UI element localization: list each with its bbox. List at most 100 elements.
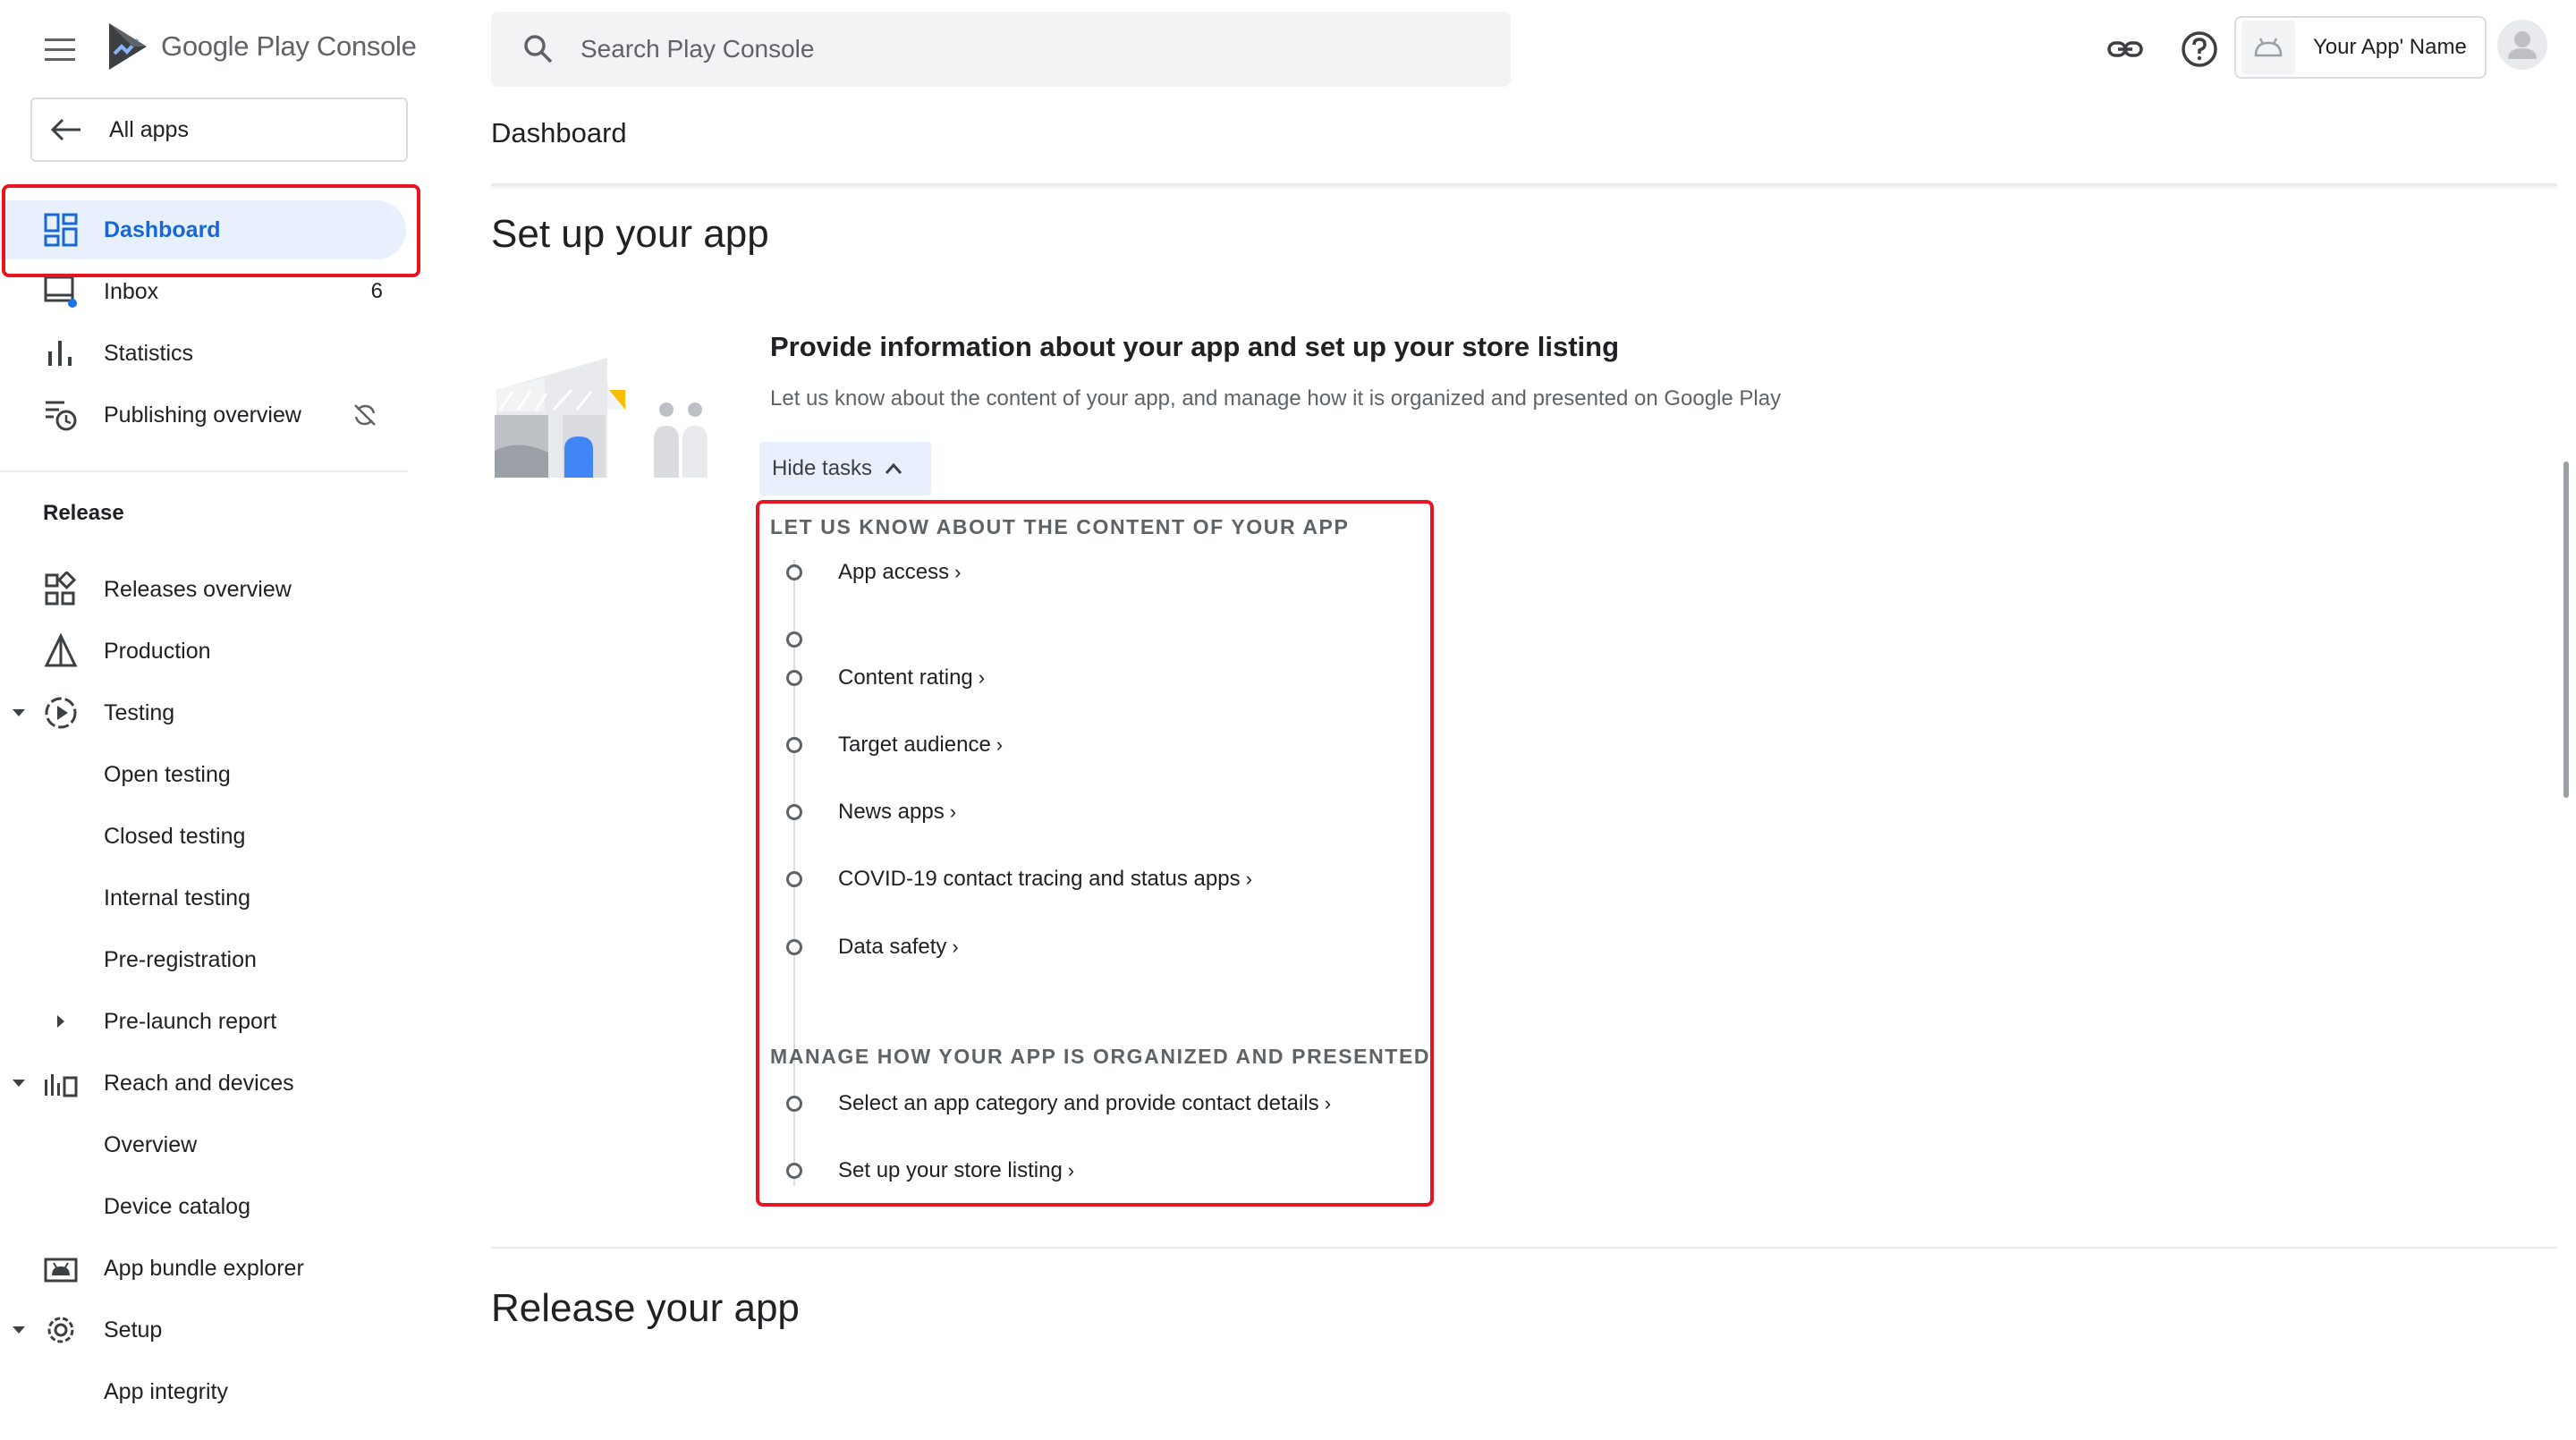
play-console-logo[interactable]: Google Play Console [106,21,417,72]
task-label: Set up your store listing [838,1158,1063,1182]
task-label: Data safety [838,935,947,959]
help-icon [2182,31,2217,67]
task-status-dot [786,670,802,686]
sidebar-item-closed-testing[interactable]: Closed testing [0,807,406,866]
sidebar-item-inbox[interactable]: Inbox 6 [0,262,406,321]
chevron-right-icon: › [952,936,959,958]
task-target-audience[interactable]: Target audience › [838,733,1003,758]
task-status-dot [786,871,802,887]
hamburger-icon [45,38,75,61]
sidebar-item-statistics[interactable]: Statistics [0,324,406,383]
task-label: Target audience [838,733,991,757]
sidebar-item-label: Overview [104,1131,198,1157]
task-label: Content rating [838,665,973,690]
sidebar-item-device-catalog[interactable]: Device catalog [0,1177,406,1236]
search-bar[interactable] [491,12,1511,87]
task-data-safety[interactable]: Data safety › [838,935,959,960]
task-group-title-presentation: MANAGE HOW YOUR APP IS ORGANIZED AND PRE… [770,1045,1431,1068]
android-icon [2254,38,2283,57]
sidebar-item-label: Closed testing [104,823,246,849]
sidebar-item-label: Publishing overview [104,402,301,428]
sidebar-item-label: App bundle explorer [104,1255,304,1281]
all-apps-label: All apps [109,116,189,142]
sidebar-item-label: Reach and devices [104,1070,294,1096]
section-divider [491,1247,2557,1249]
task-covid-apps[interactable]: COVID-19 contact tracing and status apps… [838,867,1252,892]
sidebar-item-label: Internal testing [104,885,250,911]
copy-link-button[interactable] [2106,30,2145,69]
brand-name: Google Play Console [161,30,417,62]
help-button[interactable] [2179,29,2220,70]
task-status-dot [786,1096,802,1112]
sidebar-item-label: App integrity [104,1378,228,1404]
chevron-right-icon: › [1067,1159,1075,1182]
task-group-title-content: LET US KNOW ABOUT THE CONTENT OF YOUR AP… [770,515,1350,538]
sidebar-item-pre-registration[interactable]: Pre-registration [0,930,406,989]
sidebar-item-pre-launch-report[interactable]: Pre-launch report [0,992,406,1051]
sidebar-item-overview[interactable]: Overview [0,1115,406,1174]
link-icon [2107,41,2143,57]
page-scrollbar[interactable] [2563,462,2569,798]
sidebar-item-label: Open testing [104,761,231,787]
app-bundle-icon [44,1258,78,1283]
task-status-dot [786,631,802,648]
sidebar-item-testing[interactable]: Testing [0,683,406,742]
releases-overview-icon [45,572,77,606]
sidebar-item-publishing-overview[interactable]: Publishing overview [0,385,406,445]
sidebar-item-open-testing[interactable]: Open testing [0,745,406,804]
setup-section-heading: Set up your app [491,212,769,256]
caret-down-icon [13,1326,25,1334]
testing-icon [45,697,77,729]
sidebar-item-dashboard[interactable]: Dashboard [0,200,406,259]
sidebar-item-label: Statistics [104,340,194,366]
gear-icon [47,1317,74,1343]
search-input[interactable] [580,35,1385,64]
task-status-dot [786,564,802,580]
sidebar-item-label: Pre-launch report [104,1008,277,1034]
sidebar-item-app-bundle-explorer[interactable]: App bundle explorer [0,1239,406,1298]
task-label: COVID-19 contact tracing and status apps [838,867,1241,891]
task-label: News apps [838,800,945,824]
task-content-rating[interactable]: Content rating › [838,665,985,690]
setup-card-description: Let us know about the content of your ap… [770,386,1782,411]
sidebar-item-label: Dashboard [104,216,221,242]
task-status-dot [786,939,802,955]
page-title: Dashboard [491,117,627,148]
sidebar-item-label: Production [104,638,211,664]
task-app-access[interactable]: App access › [838,560,961,585]
task-status-dot [786,804,802,820]
app-selector[interactable]: Your App' Name [2234,16,2487,79]
task-status-dot [786,1163,802,1179]
main-menu-button[interactable] [39,32,82,66]
task-app-category[interactable]: Select an app category and provide conta… [838,1091,1331,1116]
task-news-apps[interactable]: News apps › [838,800,956,825]
task-store-listing[interactable]: Set up your store listing › [838,1158,1074,1183]
store-listing-illustration [491,354,724,478]
dashboard-icon [44,213,78,247]
sidebar-item-production[interactable]: Production [0,622,406,681]
search-icon [524,35,553,64]
sidebar-item-reach-and-devices[interactable]: Reach and devices [0,1054,406,1113]
chevron-right-icon: › [1324,1092,1332,1114]
production-icon [44,633,78,667]
sidebar-item-setup[interactable]: Setup [0,1300,406,1360]
chevron-right-icon: › [954,561,962,583]
caret-right-icon [57,1015,64,1028]
app-icon [2241,21,2295,74]
inbox-icon [44,275,77,308]
release-section-heading: Release your app [491,1286,800,1330]
chevron-right-icon: › [949,800,957,823]
sidebar-item-releases-overview[interactable]: Releases overview [0,560,406,619]
all-apps-button[interactable]: All apps [30,97,408,162]
sidebar-divider [0,470,408,472]
sidebar-item-label: Testing [104,699,175,725]
sidebar-item-app-integrity[interactable]: App integrity [0,1362,406,1421]
header-divider [491,183,2557,186]
sidebar-item-label: Pre-registration [104,946,257,972]
app-name: Your App' Name [2313,35,2467,59]
account-avatar[interactable] [2497,20,2547,70]
hide-tasks-button[interactable]: Hide tasks [759,442,931,496]
sidebar-item-internal-testing[interactable]: Internal testing [0,868,406,928]
hide-tasks-label: Hide tasks [772,456,873,480]
caret-down-icon [13,1080,25,1087]
